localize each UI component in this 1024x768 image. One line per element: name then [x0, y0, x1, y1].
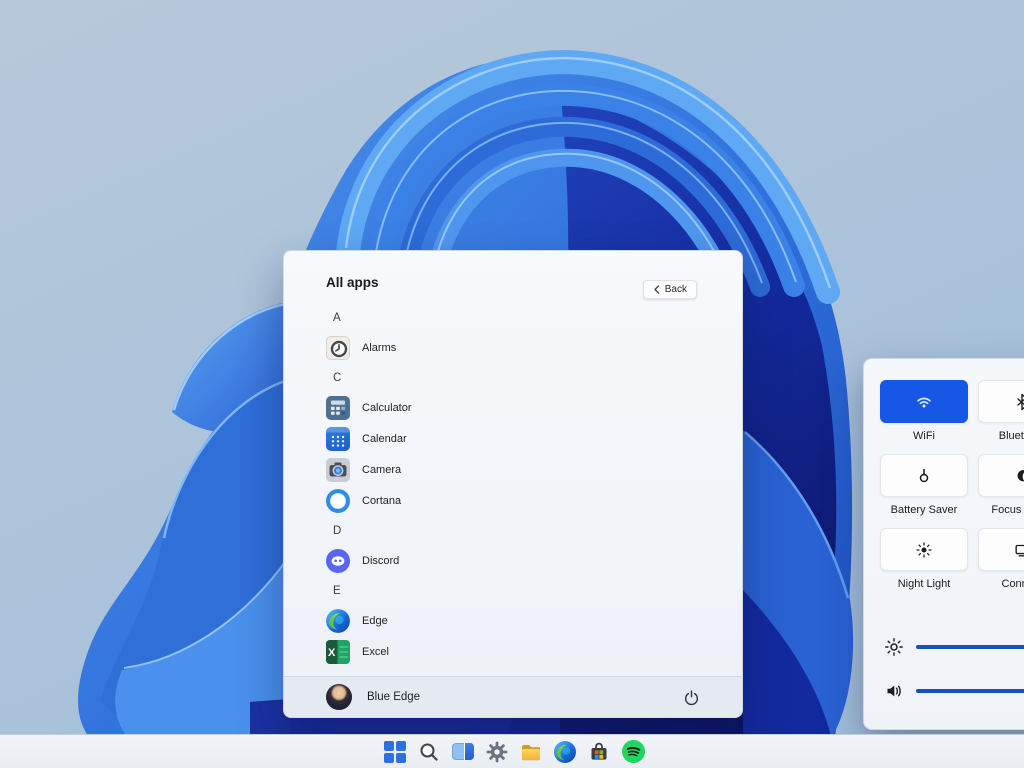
app-label: Alarms [362, 342, 396, 354]
cortana-icon [326, 489, 350, 513]
camera-icon [326, 458, 350, 482]
app-label: Discord [362, 555, 399, 567]
app-label: Calendar [362, 433, 407, 445]
connect-label: Connect [1002, 578, 1024, 590]
start-menu-footer: Blue Edge [284, 676, 742, 717]
user-avatar[interactable] [326, 684, 352, 710]
quick-settings-panel: WiFi Bluetooth Battery Saver Focus assis… [863, 358, 1024, 730]
app-row-alarms[interactable]: Alarms [326, 332, 724, 363]
section-letter-label: E [333, 585, 341, 597]
edge-icon [553, 740, 577, 764]
wifi-label: WiFi [913, 430, 935, 442]
app-row-excel[interactable]: X Excel [326, 636, 724, 667]
taskbar-icons [383, 735, 645, 768]
user-name[interactable]: Blue Edge [367, 691, 420, 703]
quick-settings-grid: WiFi Bluetooth Battery Saver Focus assis… [880, 380, 1024, 590]
excel-icon: X [326, 640, 350, 664]
app-row-discord[interactable]: Discord [326, 545, 724, 576]
brightness-icon [884, 637, 904, 657]
connect-tile[interactable] [978, 528, 1024, 571]
wifi-tile[interactable] [880, 380, 968, 423]
app-label: Edge [362, 615, 388, 627]
app-row-cortana[interactable]: Cortana [326, 485, 724, 516]
brightness-track[interactable] [916, 645, 1024, 649]
start-menu-all-apps: All apps Back A Alarms C Calculator [283, 250, 743, 718]
bluetooth-icon [1013, 393, 1024, 411]
spotify-icon [622, 740, 645, 763]
app-label: Camera [362, 464, 401, 476]
volume-slider[interactable] [884, 680, 1024, 702]
bluetooth-tile[interactable] [978, 380, 1024, 423]
section-letter-C[interactable]: C [326, 363, 724, 392]
focus-assist-label: Focus assist [991, 504, 1024, 516]
app-row-camera[interactable]: Camera [326, 454, 724, 485]
app-row-edge[interactable]: Edge [326, 605, 724, 636]
store-icon [587, 740, 611, 764]
bluetooth-label: Bluetooth [999, 430, 1024, 442]
settings-button[interactable] [485, 740, 509, 764]
app-row-calendar[interactable]: Calendar [326, 423, 724, 454]
brightness-slider[interactable] [884, 636, 1024, 658]
app-label: Excel [362, 646, 389, 658]
section-letter-label: A [333, 312, 341, 324]
section-letter-label: C [333, 372, 341, 384]
windows-logo-icon [384, 741, 406, 763]
file-explorer-button[interactable] [519, 740, 543, 764]
back-button-label: Back [665, 284, 687, 295]
store-button[interactable] [587, 740, 611, 764]
app-list: A Alarms C Calculator Calendar [326, 303, 724, 678]
power-button[interactable] [678, 684, 704, 710]
task-view-icon [452, 743, 474, 760]
section-letter-D[interactable]: D [326, 516, 724, 545]
desktop: { "wallpaper": { "base_top_color": "#b7c… [0, 0, 1024, 768]
svg-text:X: X [328, 647, 336, 659]
volume-icon [884, 681, 904, 701]
chevron-left-icon [653, 285, 660, 294]
task-view-button[interactable] [451, 740, 475, 764]
alarms-icon [326, 336, 350, 360]
power-icon [683, 689, 700, 706]
edge-icon [326, 609, 350, 633]
app-label: Cortana [362, 495, 401, 507]
focus-assist-tile[interactable] [978, 454, 1024, 497]
connect-icon [1013, 541, 1024, 559]
moon-icon [1013, 467, 1024, 485]
discord-icon [326, 549, 350, 573]
spotify-button[interactable] [621, 740, 645, 764]
app-label: Calculator [362, 402, 412, 414]
battery-saver-label: Battery Saver [891, 504, 958, 516]
night-light-tile[interactable] [880, 528, 968, 571]
folder-icon [519, 740, 543, 764]
taskbar [0, 734, 1024, 768]
wifi-icon [914, 392, 934, 412]
sun-icon [915, 541, 933, 559]
battery-saver-icon [915, 467, 933, 485]
section-letter-label: D [333, 525, 341, 537]
search-icon [417, 740, 441, 764]
gear-icon [485, 740, 509, 764]
section-letter-E[interactable]: E [326, 576, 724, 605]
volume-track[interactable] [916, 689, 1024, 693]
battery-saver-tile[interactable] [880, 454, 968, 497]
calculator-icon [326, 396, 350, 420]
all-apps-title: All apps [326, 275, 379, 290]
start-button[interactable] [383, 740, 407, 764]
night-light-label: Night Light [898, 578, 951, 590]
section-letter-A[interactable]: A [326, 303, 724, 332]
app-row-calculator[interactable]: Calculator [326, 392, 724, 423]
edge-button[interactable] [553, 740, 577, 764]
search-button[interactable] [417, 740, 441, 764]
calendar-icon [326, 427, 350, 451]
back-button[interactable]: Back [643, 280, 697, 299]
